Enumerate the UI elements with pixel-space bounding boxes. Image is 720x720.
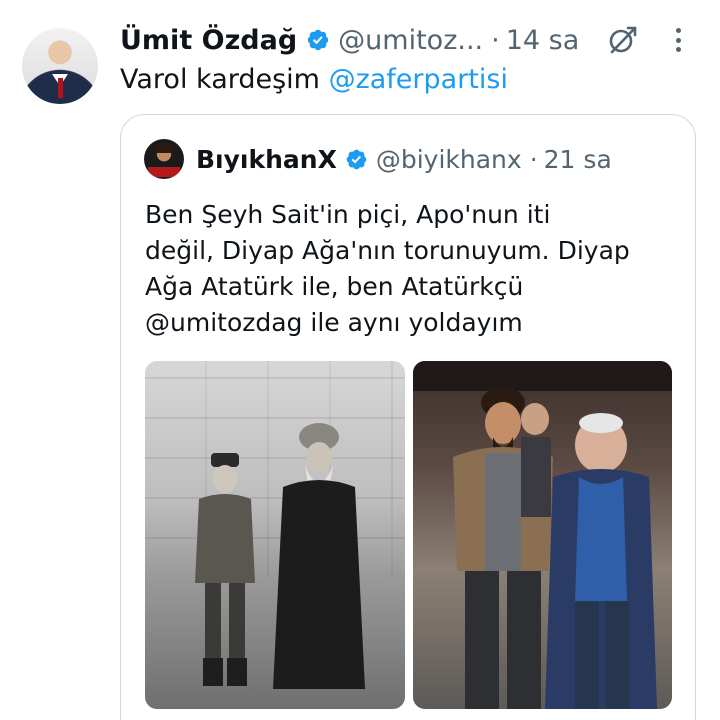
quoted-tweet-header: BıyıkhanX @biyikhanx · 21 sa <box>196 139 612 179</box>
photo-scene <box>452 387 657 709</box>
mention-link[interactable]: @zaferpartisi <box>329 64 508 95</box>
separator-dot: · <box>491 24 500 56</box>
tweet-timestamp[interactable]: 14 sa <box>506 25 580 56</box>
quoted-tweet-text: Ben Şeyh Sait'in piçi, Apo'nun iti değil… <box>145 197 685 341</box>
tweet-text: Varol kardeşim @zaferpartisi <box>120 62 508 98</box>
more-dot <box>675 37 681 43</box>
photo-figure-elder <box>273 423 365 689</box>
quoted-author-avatar[interactable] <box>144 139 184 179</box>
tweet-text-body: Varol kardeşim <box>120 64 329 95</box>
tweet-header: Ümit Özdağ @umitoz... · 14 sa <box>120 20 579 60</box>
quoted-text-line: Ben Şeyh Sait'in piçi, Apo'nun iti <box>145 200 551 229</box>
avatar-hair <box>154 143 174 153</box>
avatar-tie <box>58 78 63 98</box>
quoted-author-name[interactable]: BıyıkhanX <box>196 145 337 174</box>
media-grid <box>145 361 672 709</box>
recent-photo[interactable] <box>412 361 672 709</box>
quoted-text-line: @umitozdag ile aynı yoldayım <box>145 308 523 337</box>
more-dot <box>675 28 681 33</box>
photo-figure-officer <box>195 453 255 686</box>
quoted-text-line: değil, Diyap Ağa'nın torunuyum. Diyap <box>145 236 630 265</box>
verified-badge-icon <box>346 149 367 169</box>
more-dot <box>675 47 681 52</box>
historical-photo[interactable] <box>145 361 405 709</box>
verified-badge-icon <box>307 29 329 51</box>
quoted-tweet-timestamp[interactable]: 21 sa <box>544 145 612 174</box>
quoted-tweet-card[interactable]: BıyıkhanX @biyikhanx · 21 sa Ben Şeyh Sa… <box>120 114 696 720</box>
quoted-author-handle[interactable]: @biyikhanx <box>376 145 522 174</box>
separator-dot: · <box>529 144 538 174</box>
avatar-stripe <box>148 167 180 177</box>
quoted-text-line: Ağa Atatürk ile, ben Atatürkçü <box>145 272 524 301</box>
author-avatar[interactable] <box>22 28 98 104</box>
author-name[interactable]: Ümit Özdağ <box>120 25 297 56</box>
grok-icon[interactable] <box>604 22 640 58</box>
more-options-icon[interactable] <box>668 24 688 56</box>
author-handle[interactable]: @umitoz... <box>338 25 483 56</box>
